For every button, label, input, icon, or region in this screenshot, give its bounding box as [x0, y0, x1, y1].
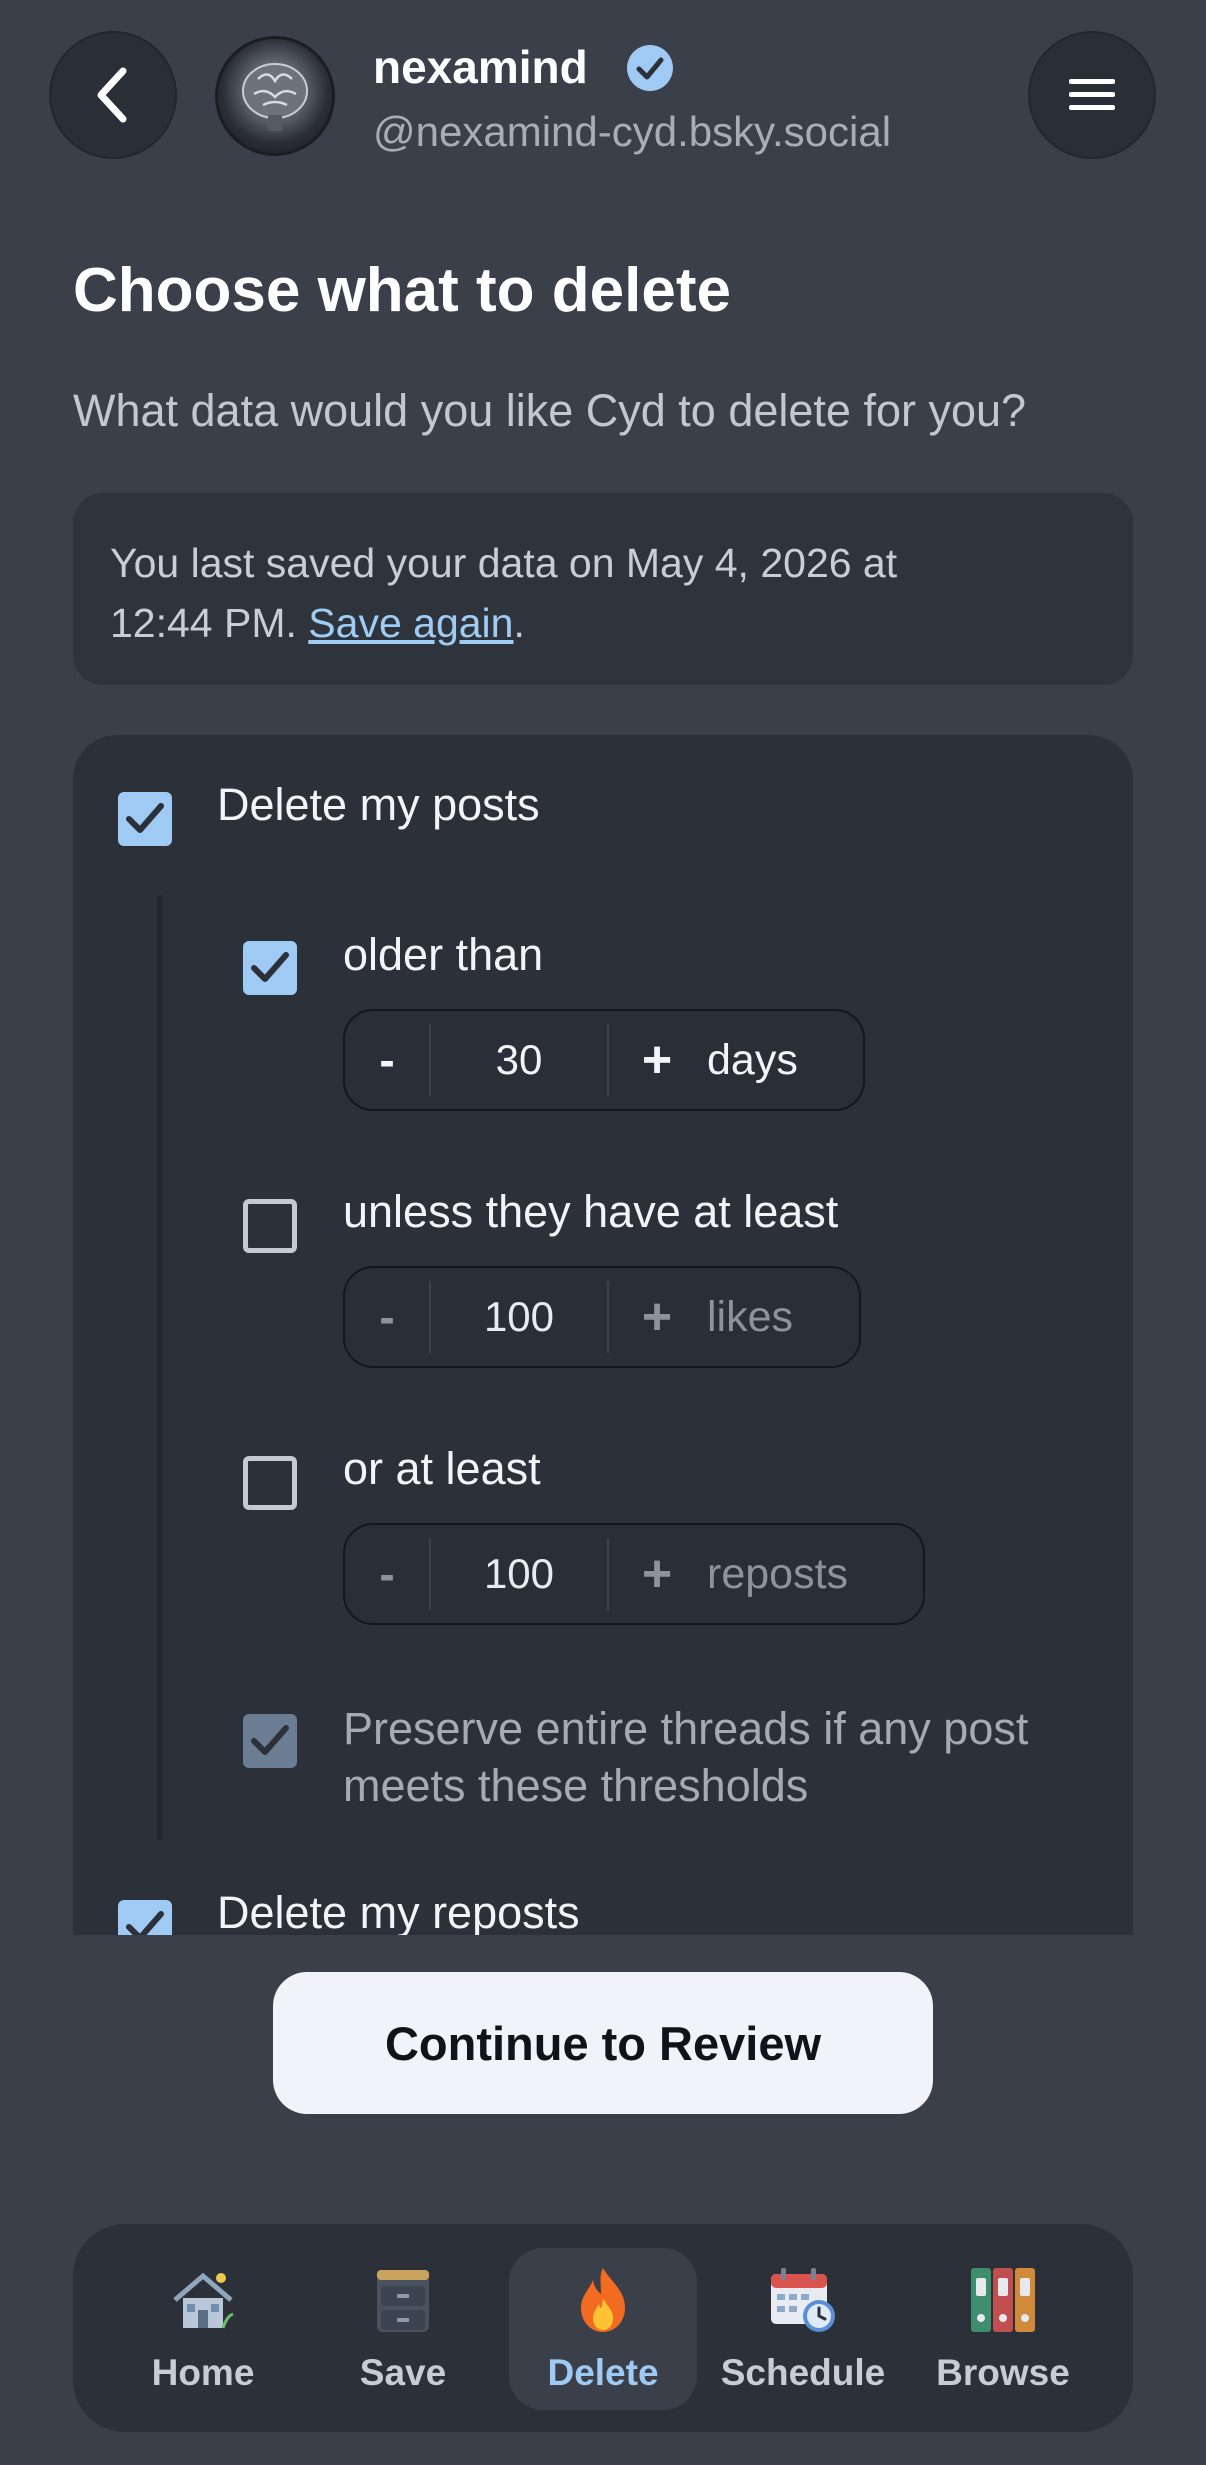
nav-label-browse: Browse	[936, 2352, 1070, 2393]
brain-avatar-icon	[242, 63, 308, 131]
preserve-threads-checkbox[interactable]	[243, 1714, 297, 1768]
older-than-label: older than	[343, 929, 544, 980]
checkmark-icon	[251, 952, 289, 982]
checkmark-icon	[126, 803, 164, 833]
reposts-value[interactable]: 100	[431, 1550, 607, 1598]
binders-icon	[971, 2268, 1035, 2332]
delete-reposts-checkbox[interactable]	[118, 1900, 172, 1935]
min-reposts-checkbox[interactable]	[243, 1456, 297, 1510]
delete-posts-checkbox[interactable]	[118, 792, 172, 846]
preserve-threads-label: Preserve entire threads if any post meet…	[343, 1703, 1029, 1811]
verified-badge-icon	[626, 44, 674, 97]
delete-reposts-label: Delete my reposts	[217, 1887, 580, 1935]
house-icon	[173, 2272, 234, 2329]
nav-item-schedule[interactable]: Schedule	[703, 2224, 903, 2432]
days-increment-button[interactable]: +	[609, 1030, 705, 1090]
nav-item-save[interactable]: Save	[303, 2224, 503, 2432]
continue-to-review-button[interactable]: Continue to Review	[273, 1972, 933, 2114]
reposts-increment-button[interactable]: +	[609, 1544, 705, 1604]
back-button[interactable]	[49, 31, 177, 159]
likes-decrement-button[interactable]: -	[345, 1290, 429, 1344]
notice-time: 12:44 PM.	[110, 600, 297, 646]
nav-label-home: Home	[151, 2352, 255, 2393]
nav-item-home[interactable]: Home	[103, 2224, 303, 2432]
min-likes-label: unless they have at least	[343, 1186, 839, 1237]
min-reposts-label: or at least	[343, 1443, 541, 1494]
filing-cabinet-icon	[377, 2270, 429, 2332]
nav-label-schedule: Schedule	[720, 2352, 886, 2393]
reposts-stepper: - 100 + reposts	[343, 1523, 925, 1625]
reposts-unit: reposts	[707, 1549, 849, 1598]
likes-increment-button[interactable]: +	[609, 1287, 705, 1347]
last-saved-notice: You last saved your data on May 4, 2026 …	[73, 493, 1133, 685]
menu-button[interactable]	[1028, 31, 1156, 159]
nav-label-save: Save	[359, 2352, 447, 2393]
page-title: Choose what to delete	[73, 256, 731, 325]
reposts-decrement-button[interactable]: -	[345, 1547, 429, 1601]
fire-icon	[581, 2268, 625, 2332]
notice-text: You last saved your data on May 4, 2026 …	[110, 540, 898, 586]
chevron-left-icon	[97, 67, 127, 123]
account-handle: @nexamind-cyd.bsky.social	[373, 108, 892, 155]
likes-value[interactable]: 100	[431, 1293, 607, 1341]
days-value[interactable]: 30	[431, 1036, 607, 1084]
calendar-clock-icon	[771, 2268, 835, 2332]
page-subtitle: What data would you like Cyd to delete f…	[73, 385, 1027, 436]
nav-item-browse[interactable]: Browse	[903, 2224, 1103, 2432]
nav-label-delete: Delete	[547, 2352, 659, 2393]
avatar[interactable]	[215, 36, 335, 156]
delete-options-panel: Delete my posts older than - 30 + days u…	[73, 735, 1133, 1935]
older-than-checkbox[interactable]	[243, 941, 297, 995]
hamburger-menu-icon	[1069, 79, 1115, 110]
checkmark-icon	[251, 1725, 289, 1755]
min-likes-checkbox[interactable]	[243, 1199, 297, 1253]
display-name: nexamind	[373, 41, 588, 93]
bottom-navigation: Home Save Delete Schedule Browse	[73, 2224, 1133, 2432]
nav-item-delete[interactable]: Delete	[503, 2224, 703, 2432]
days-unit: days	[707, 1035, 798, 1084]
save-again-link[interactable]: Save again	[308, 600, 513, 646]
checkmark-icon	[126, 1911, 164, 1935]
notice-trailing: .	[513, 600, 525, 646]
nested-options-guide	[157, 895, 162, 1840]
delete-posts-label: Delete my posts	[217, 779, 540, 830]
days-decrement-button[interactable]: -	[345, 1033, 429, 1087]
likes-stepper: - 100 + likes	[343, 1266, 861, 1368]
days-stepper: - 30 + days	[343, 1009, 865, 1111]
likes-unit: likes	[707, 1292, 794, 1341]
